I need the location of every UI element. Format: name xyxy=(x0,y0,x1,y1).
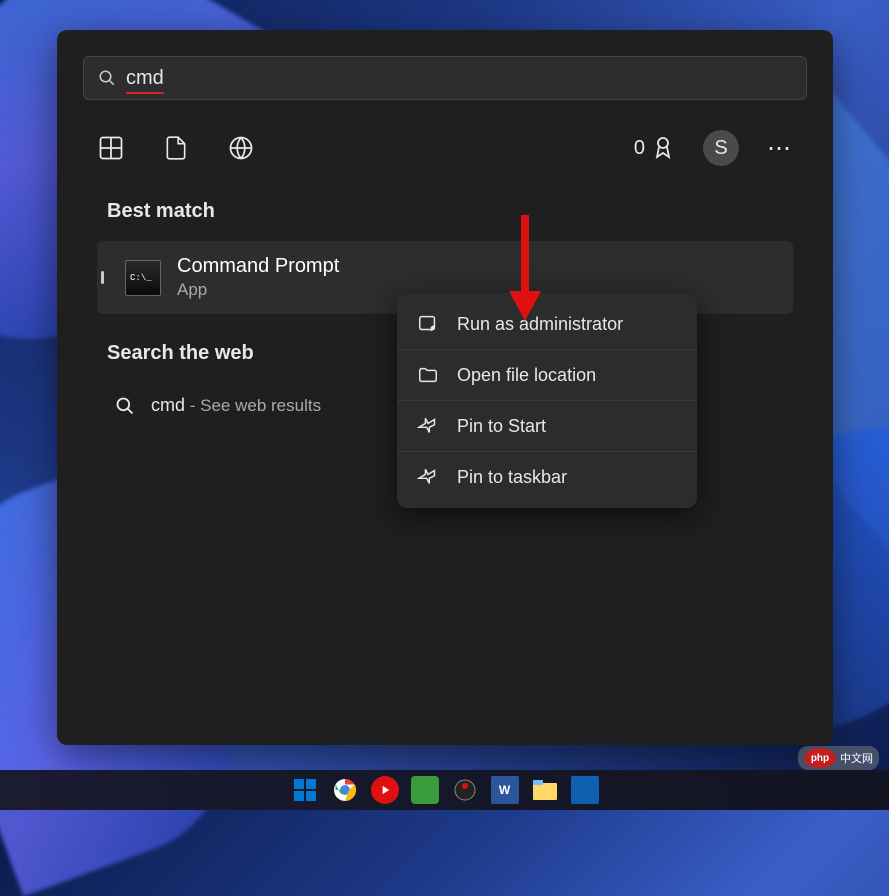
start-button[interactable] xyxy=(291,776,319,804)
web-query: cmd xyxy=(151,395,185,415)
word-icon[interactable]: W xyxy=(491,776,519,804)
user-avatar[interactable]: S xyxy=(703,130,739,166)
pin-icon xyxy=(417,415,439,437)
search-input[interactable]: cmd xyxy=(83,56,807,100)
search-input-value: cmd xyxy=(126,67,164,90)
documents-filter-icon[interactable] xyxy=(163,134,189,162)
context-menu: Run as administrator Open file location … xyxy=(397,293,697,508)
explorer-icon[interactable] xyxy=(531,776,559,804)
menu-item-label: Open file location xyxy=(457,365,596,386)
app-icon-dark[interactable] xyxy=(451,776,479,804)
watermark-text: 中文网 xyxy=(840,750,873,766)
admin-shield-icon xyxy=(417,313,439,335)
apps-filter-icon[interactable] xyxy=(97,134,125,162)
menu-open-file-location[interactable]: Open file location xyxy=(397,349,697,400)
app-icon-blue[interactable] xyxy=(571,776,599,804)
result-subtitle: App xyxy=(177,280,339,300)
filter-row: 0 S ⋯ xyxy=(57,110,833,186)
menu-run-as-admin[interactable]: Run as administrator xyxy=(397,299,697,349)
pin-icon xyxy=(417,466,439,488)
watermark: php 中文网 xyxy=(798,746,879,770)
menu-item-label: Pin to Start xyxy=(457,416,546,437)
folder-icon xyxy=(417,364,439,386)
menu-pin-to-taskbar[interactable]: Pin to taskbar xyxy=(397,451,697,502)
rewards-badge[interactable]: 0 xyxy=(634,136,675,160)
menu-pin-to-start[interactable]: Pin to Start xyxy=(397,400,697,451)
search-icon xyxy=(98,69,116,87)
spellcheck-underline xyxy=(126,92,164,94)
taskbar: W xyxy=(0,770,889,810)
php-badge: php xyxy=(804,748,836,768)
web-filter-icon[interactable] xyxy=(227,134,255,162)
rewards-count: 0 xyxy=(634,137,645,160)
menu-item-label: Run as administrator xyxy=(457,314,623,335)
menu-item-label: Pin to taskbar xyxy=(457,467,567,488)
best-match-heading: Best match xyxy=(107,200,793,223)
more-options-icon[interactable]: ⋯ xyxy=(767,134,793,163)
web-subtext: - See web results xyxy=(185,396,321,415)
chrome-icon[interactable] xyxy=(331,776,359,804)
search-icon xyxy=(115,396,135,416)
app-icon-red[interactable] xyxy=(371,776,399,804)
app-icon-green[interactable] xyxy=(411,776,439,804)
result-title: Command Prompt xyxy=(177,255,339,278)
selection-indicator xyxy=(101,271,104,284)
command-prompt-icon: C:\_ xyxy=(125,260,161,296)
